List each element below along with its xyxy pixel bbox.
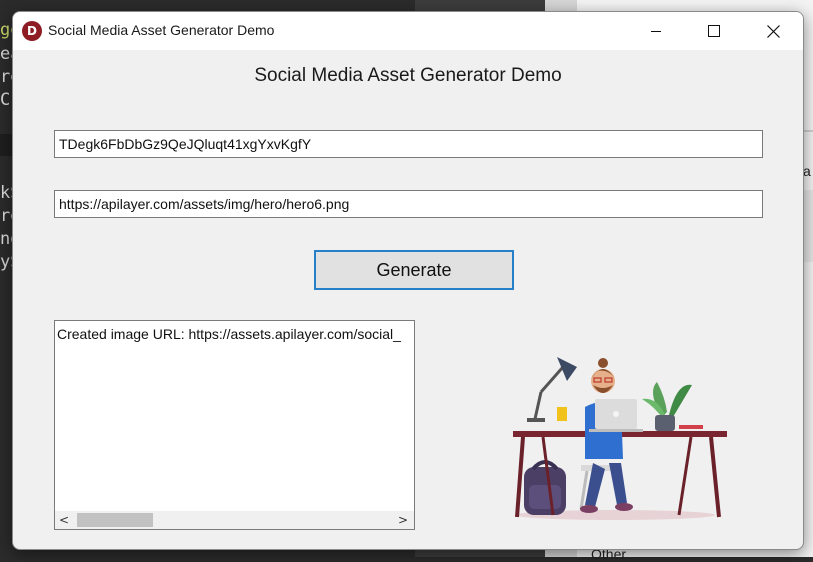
app-logo-letter: D	[27, 24, 37, 38]
scroll-right-icon[interactable]: >	[394, 511, 412, 529]
maximize-icon	[708, 25, 720, 37]
image-url-input[interactable]: https://apilayer.com/assets/img/hero/her…	[54, 190, 763, 218]
backpack-icon	[524, 460, 566, 515]
scroll-thumb[interactable]	[77, 513, 153, 527]
books-icon	[679, 425, 703, 429]
app-window: D Social Media Asset Generator Demo Soci…	[12, 11, 804, 550]
horizontal-scrollbar[interactable]: < >	[55, 511, 414, 529]
mug-icon	[557, 407, 567, 421]
panel-fragment: a	[803, 163, 811, 179]
output-textarea[interactable]: Created image URL: https://assets.apilay…	[54, 320, 415, 530]
desk-lamp-icon	[527, 357, 577, 422]
window-title: Social Media Asset Generator Demo	[48, 22, 275, 38]
laptop-icon	[589, 399, 643, 432]
plant-icon	[642, 382, 692, 431]
minimize-button[interactable]	[633, 12, 679, 50]
maximize-button[interactable]	[691, 12, 737, 50]
developer-illustration	[513, 357, 727, 520]
editor-selection	[0, 134, 12, 156]
title-bar[interactable]: D Social Media Asset Generator Demo	[13, 12, 803, 50]
close-icon	[766, 24, 780, 38]
close-button[interactable]	[750, 12, 796, 50]
page-title: Social Media Asset Generator Demo	[254, 65, 562, 86]
app-logo-icon: D	[22, 21, 42, 41]
output-text: Created image URL: https://assets.apilay…	[57, 326, 401, 342]
scroll-left-icon[interactable]: <	[55, 511, 73, 529]
api-key-input[interactable]: TDegk6FbDbGz9QeJQluqt41xgYxvKgfY	[54, 130, 763, 158]
minimize-icon	[651, 31, 661, 32]
generate-button[interactable]: Generate	[314, 250, 514, 290]
